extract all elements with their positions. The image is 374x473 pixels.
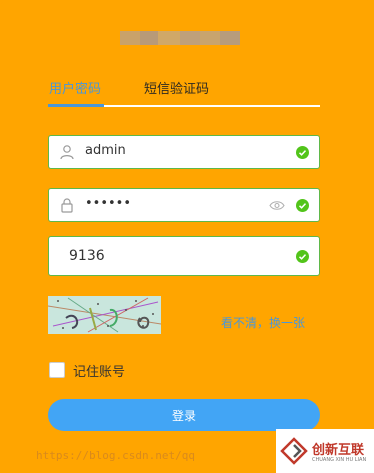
tab-sms-login[interactable]: 短信验证码	[144, 78, 209, 97]
login-tabs: 用户密码 短信验证码	[48, 74, 320, 107]
brand-watermark: 创新互联 CHUANG XIN HU LIAN	[276, 429, 374, 473]
password-field[interactable]: ••••••	[48, 188, 320, 222]
verify-code-field[interactable]: 9136	[48, 236, 320, 276]
username-field[interactable]: admin	[48, 135, 320, 169]
remember-checkbox[interactable]	[49, 362, 65, 378]
brand-name: 创新互联	[312, 443, 365, 458]
tab-password-login[interactable]: 用户密码	[49, 78, 101, 97]
captcha-noise	[48, 296, 161, 334]
lock-icon	[61, 198, 73, 213]
captcha-image[interactable]	[48, 296, 161, 334]
username-value: admin	[85, 143, 126, 158]
login-card: 用户密码 短信验证码 admin •••••• 9136 看不清，换一张 记住账…	[0, 0, 374, 473]
tab-active-indicator	[48, 104, 104, 107]
verify-code-value: 9136	[69, 248, 105, 264]
eye-icon[interactable]	[269, 199, 285, 212]
verify-code-valid-icon	[296, 250, 309, 263]
remember-label: 记住账号	[73, 365, 126, 380]
brand-logo-icon	[280, 437, 308, 465]
logo-blurred	[120, 31, 240, 45]
brand-subtitle: CHUANG XIN HU LIAN	[312, 457, 367, 463]
captcha-refresh-link[interactable]: 看不清，换一张	[221, 314, 305, 331]
login-button[interactable]: 登录	[48, 399, 320, 431]
watermark-text: https://blog.csdn.net/qq	[36, 449, 195, 462]
user-icon	[60, 145, 74, 160]
password-valid-icon	[296, 199, 309, 212]
username-valid-icon	[296, 146, 309, 159]
password-value: ••••••	[85, 196, 132, 211]
